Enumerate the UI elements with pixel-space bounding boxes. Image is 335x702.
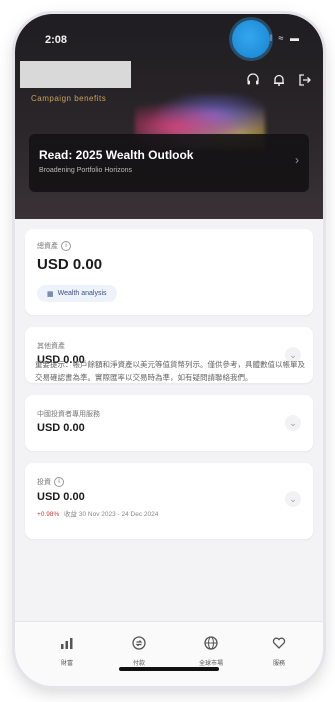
- tab-payments[interactable]: 付款: [115, 634, 163, 667]
- transfer-icon: [130, 634, 148, 652]
- chevron-down-icon[interactable]: ⌄: [285, 415, 301, 431]
- status-time: 2:08: [45, 34, 68, 46]
- pnl-percent: +0.98%: [37, 511, 60, 518]
- analysis-icon: ▦: [47, 290, 54, 298]
- banner-title: Read: 2025 Wealth Outlook: [39, 148, 194, 162]
- total-assets-label-row: 總資產 i: [37, 241, 71, 252]
- hero-banner: 2:08 •ıl ≈ ▬ Campaign benefits Read: 202…: [15, 14, 323, 219]
- chevron-down-icon[interactable]: ⌄: [285, 491, 301, 507]
- tab-label: 付款: [132, 661, 145, 667]
- tab-label: 全球市場: [198, 661, 223, 667]
- phone-frame: 2:08 •ıl ≈ ▬ Campaign benefits Read: 202…: [15, 14, 323, 686]
- info-icon[interactable]: i: [61, 241, 71, 252]
- china-investor-label: 中國投資者專用服務: [37, 411, 100, 418]
- outlook-banner[interactable]: Read: 2025 Wealth Outlook Broadening Por…: [29, 134, 309, 192]
- campaign-label: Campaign benefits: [31, 94, 107, 103]
- pnl-date-range: 收益 30 Nov 2023 - 24 Dec 2024: [64, 511, 159, 518]
- investments-label: 投資: [37, 479, 51, 486]
- investments-amount: USD 0.00: [37, 491, 85, 503]
- globe-icon: [202, 634, 220, 652]
- total-assets-card: 總資產 i USD 0.00 ▦ Wealth analysis: [25, 229, 313, 315]
- headset-icon[interactable]: [244, 71, 261, 88]
- chevron-right-icon: ›: [295, 153, 299, 167]
- bottom-tab-bar: 財富 付款 全球市場 服務: [15, 621, 323, 686]
- wealth-analysis-label: Wealth analysis: [57, 290, 107, 297]
- info-icon[interactable]: i: [54, 477, 64, 488]
- tab-label: 財富: [60, 661, 73, 667]
- bell-icon[interactable]: [270, 71, 287, 88]
- tab-label: 服務: [272, 661, 285, 667]
- logout-icon[interactable]: [296, 71, 313, 88]
- heart-icon: [270, 634, 288, 652]
- tab-wealth[interactable]: 財富: [43, 634, 91, 667]
- total-assets-label: 總資產: [37, 243, 58, 250]
- chart-icon: [58, 634, 76, 652]
- touch-indicator: [232, 20, 270, 58]
- investments-label-row: 投資 i: [37, 477, 64, 488]
- tab-services[interactable]: 服務: [255, 634, 303, 667]
- home-indicator[interactable]: [119, 667, 219, 671]
- banner-subtitle: Broadening Portfolio Horizons: [39, 167, 132, 174]
- disclaimer-text: 重要提示：帳戶餘額和淨資產以美元等值貨幣列示。僅供參考，具體數值以帳單及交易確認…: [35, 360, 305, 382]
- tab-global-markets[interactable]: 全球市場: [187, 634, 235, 667]
- hero-actions: [244, 71, 313, 88]
- total-assets-amount: USD 0.00: [37, 256, 103, 273]
- investments-card[interactable]: 投資 i USD 0.00 +0.98% 收益 30 Nov 2023 - 24 …: [25, 463, 313, 539]
- redacted-block: [20, 61, 131, 88]
- china-investor-card[interactable]: 中國投資者專用服務 USD 0.00 ⌄: [25, 395, 313, 451]
- wealth-analysis-chip[interactable]: ▦ Wealth analysis: [37, 285, 117, 302]
- other-assets-label: 其他資產: [37, 343, 65, 350]
- investments-pnl: +0.98% 收益 30 Nov 2023 - 24 Dec 2024: [37, 508, 158, 518]
- china-investor-amount: USD 0.00: [37, 422, 85, 434]
